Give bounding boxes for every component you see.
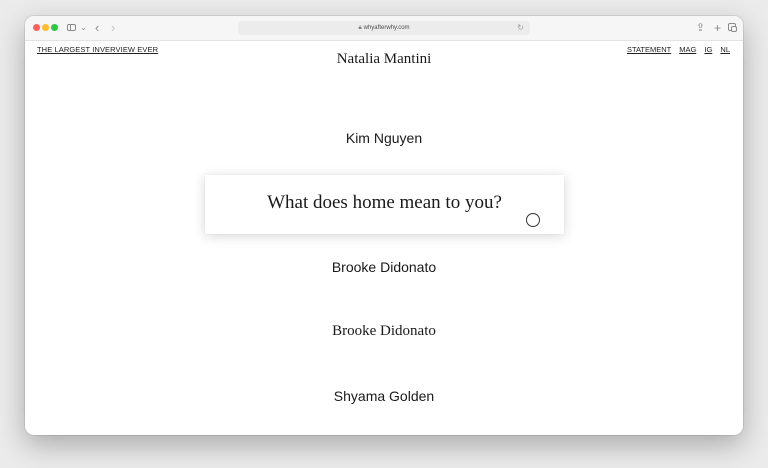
back-button[interactable]: ‹ [95, 20, 99, 36]
artist-name[interactable]: Natalia Mantini [25, 51, 743, 68]
close-window-button[interactable] [33, 24, 40, 31]
address-bar[interactable]: 🔒︎ whyafterwhy.com ↻ [238, 21, 530, 35]
zoom-window-button[interactable] [51, 24, 58, 31]
circle-cursor-icon[interactable] [526, 213, 540, 227]
browser-window: ⌄ ‹ › 🔒︎ whyafterwhy.com ↻ ⇪ + THE LARGES… [25, 16, 743, 435]
sidebar-icon[interactable] [67, 24, 76, 31]
plus-icon[interactable]: + [714, 20, 721, 36]
artist-name[interactable]: Shyama Golden [25, 388, 743, 404]
share-icon[interactable]: ⇪ [696, 20, 705, 36]
browser-toolbar: ⌄ ‹ › 🔒︎ whyafterwhy.com ↻ ⇪ + [25, 16, 743, 41]
chevron-down-icon[interactable]: ⌄ [80, 20, 87, 36]
artist-name[interactable]: Brooke Didonato [25, 323, 743, 340]
minimize-window-button[interactable] [42, 24, 49, 31]
artist-name[interactable]: Brooke Didonato [25, 259, 743, 275]
url-text: whyafterwhy.com [363, 25, 410, 31]
question-text: What does home mean to you? [267, 192, 502, 213]
tabs-icon[interactable] [728, 23, 737, 32]
reload-icon[interactable]: ↻ [517, 21, 524, 35]
lock-icon: 🔒︎ [358, 25, 362, 31]
artist-name[interactable]: Kim Nguyen [25, 130, 743, 146]
web-page: THE LARGEST INVERVIEW EVER STATEMENT MAG… [25, 41, 743, 435]
forward-button[interactable]: › [111, 20, 115, 36]
question-card[interactable]: What does home mean to you? [205, 175, 564, 234]
